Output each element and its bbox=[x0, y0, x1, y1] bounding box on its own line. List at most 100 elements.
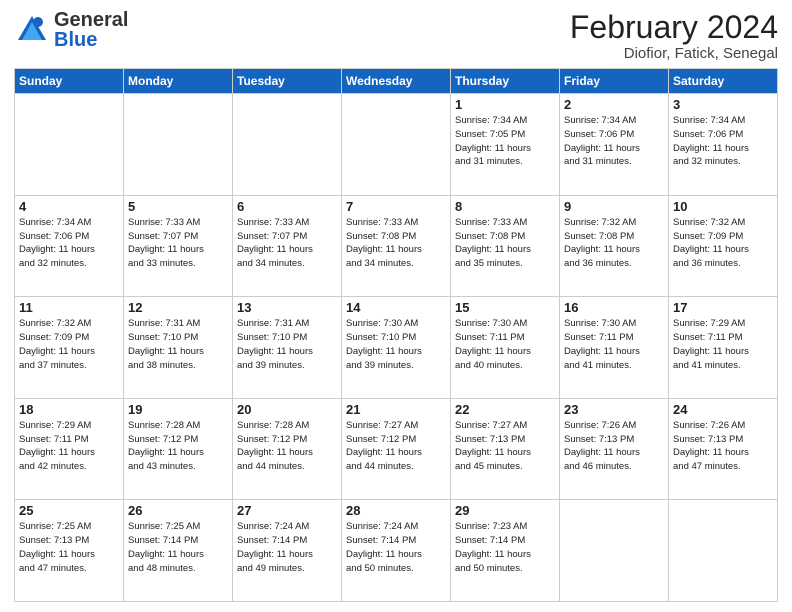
day-cell: 6 Sunrise: 7:33 AM Sunset: 7:07 PM Daylig… bbox=[233, 195, 342, 297]
day-number: 28 bbox=[346, 503, 446, 518]
day-info: Sunrise: 7:34 AM Sunset: 7:06 PM Dayligh… bbox=[564, 114, 664, 169]
calendar-title: February 2024 bbox=[570, 10, 778, 45]
header-row: Sunday Monday Tuesday Wednesday Thursday… bbox=[15, 69, 778, 94]
day-cell: 13Sunrise: 7:31 AM Sunset: 7:10 PM Dayli… bbox=[233, 297, 342, 399]
day-info: Sunrise: 7:30 AM Sunset: 7:11 PM Dayligh… bbox=[564, 317, 664, 372]
logo: General Blue bbox=[14, 10, 128, 50]
day-info: Sunrise: 7:31 AM Sunset: 7:10 PM Dayligh… bbox=[237, 317, 337, 372]
calendar-body: 1Sunrise: 7:34 AM Sunset: 7:05 PM Daylig… bbox=[15, 94, 778, 602]
day-info: Sunrise: 7:29 AM Sunset: 7:11 PM Dayligh… bbox=[673, 317, 773, 372]
day-number: 5 bbox=[128, 199, 228, 214]
day-cell: 24 Sunrise: 7:26 AM Sunset: 7:13 PM Dayli… bbox=[669, 398, 778, 500]
day-cell: 21 Sunrise: 7:27 AM Sunset: 7:12 PM Dayli… bbox=[342, 398, 451, 500]
day-number: 16 bbox=[564, 300, 664, 315]
day-cell: 19Sunrise: 7:28 AM Sunset: 7:12 PM Dayli… bbox=[124, 398, 233, 500]
day-number: 3 bbox=[673, 97, 773, 112]
header: General Blue February 2024 Diofior, Fati… bbox=[14, 10, 778, 62]
day-info: Sunrise: 7:30 AM Sunset: 7:11 PM Dayligh… bbox=[455, 317, 555, 372]
day-number: 12 bbox=[128, 300, 228, 315]
day-cell bbox=[560, 500, 669, 602]
day-number: 4 bbox=[19, 199, 119, 214]
day-cell: 16 Sunrise: 7:30 AM Sunset: 7:11 PM Dayli… bbox=[560, 297, 669, 399]
day-cell: 12 Sunrise: 7:31 AM Sunset: 7:10 PM Dayli… bbox=[124, 297, 233, 399]
day-number: 20 bbox=[237, 402, 337, 417]
day-cell: 26 Sunrise: 7:25 AM Sunset: 7:14 PM Dayli… bbox=[124, 500, 233, 602]
day-number: 14 bbox=[346, 300, 446, 315]
day-number: 26 bbox=[128, 503, 228, 518]
day-number: 17 bbox=[673, 300, 773, 315]
day-cell: 4 Sunrise: 7:34 AM Sunset: 7:06 PM Daylig… bbox=[15, 195, 124, 297]
day-cell bbox=[669, 500, 778, 602]
col-wednesday: Wednesday bbox=[342, 69, 451, 94]
day-number: 29 bbox=[455, 503, 555, 518]
day-info: Sunrise: 7:34 AM Sunset: 7:06 PM Dayligh… bbox=[19, 216, 119, 271]
day-cell: 1Sunrise: 7:34 AM Sunset: 7:05 PM Daylig… bbox=[451, 94, 560, 196]
day-cell: 14Sunrise: 7:30 AM Sunset: 7:10 PM Dayli… bbox=[342, 297, 451, 399]
logo-general: General bbox=[54, 10, 128, 30]
week-row-3: 18Sunrise: 7:29 AM Sunset: 7:11 PM Dayli… bbox=[15, 398, 778, 500]
day-number: 27 bbox=[237, 503, 337, 518]
day-number: 9 bbox=[564, 199, 664, 214]
col-thursday: Thursday bbox=[451, 69, 560, 94]
day-cell: 25 Sunrise: 7:25 AM Sunset: 7:13 PM Dayli… bbox=[15, 500, 124, 602]
day-info: Sunrise: 7:34 AM Sunset: 7:05 PM Dayligh… bbox=[455, 114, 555, 169]
day-number: 24 bbox=[673, 402, 773, 417]
day-cell: 8Sunrise: 7:33 AM Sunset: 7:08 PM Daylig… bbox=[451, 195, 560, 297]
day-number: 21 bbox=[346, 402, 446, 417]
day-info: Sunrise: 7:23 AM Sunset: 7:14 PM Dayligh… bbox=[455, 520, 555, 575]
day-number: 6 bbox=[237, 199, 337, 214]
day-cell bbox=[124, 94, 233, 196]
day-info: Sunrise: 7:27 AM Sunset: 7:12 PM Dayligh… bbox=[346, 419, 446, 474]
day-info: Sunrise: 7:33 AM Sunset: 7:08 PM Dayligh… bbox=[346, 216, 446, 271]
week-row-1: 4 Sunrise: 7:34 AM Sunset: 7:06 PM Daylig… bbox=[15, 195, 778, 297]
day-info: Sunrise: 7:28 AM Sunset: 7:12 PM Dayligh… bbox=[237, 419, 337, 474]
day-info: Sunrise: 7:24 AM Sunset: 7:14 PM Dayligh… bbox=[237, 520, 337, 575]
day-cell: 20 Sunrise: 7:28 AM Sunset: 7:12 PM Dayli… bbox=[233, 398, 342, 500]
week-row-4: 25 Sunrise: 7:25 AM Sunset: 7:13 PM Dayli… bbox=[15, 500, 778, 602]
day-cell bbox=[233, 94, 342, 196]
day-number: 19 bbox=[128, 402, 228, 417]
day-info: Sunrise: 7:29 AM Sunset: 7:11 PM Dayligh… bbox=[19, 419, 119, 474]
day-cell: 3 Sunrise: 7:34 AM Sunset: 7:06 PM Daylig… bbox=[669, 94, 778, 196]
week-row-2: 11 Sunrise: 7:32 AM Sunset: 7:09 PM Dayli… bbox=[15, 297, 778, 399]
day-info: Sunrise: 7:31 AM Sunset: 7:10 PM Dayligh… bbox=[128, 317, 228, 372]
col-monday: Monday bbox=[124, 69, 233, 94]
day-number: 25 bbox=[19, 503, 119, 518]
day-cell: 10Sunrise: 7:32 AM Sunset: 7:09 PM Dayli… bbox=[669, 195, 778, 297]
day-info: Sunrise: 7:26 AM Sunset: 7:13 PM Dayligh… bbox=[673, 419, 773, 474]
day-info: Sunrise: 7:26 AM Sunset: 7:13 PM Dayligh… bbox=[564, 419, 664, 474]
col-saturday: Saturday bbox=[669, 69, 778, 94]
day-cell: 5 Sunrise: 7:33 AM Sunset: 7:07 PM Daylig… bbox=[124, 195, 233, 297]
day-info: Sunrise: 7:25 AM Sunset: 7:13 PM Dayligh… bbox=[19, 520, 119, 575]
page: General Blue February 2024 Diofior, Fati… bbox=[0, 0, 792, 612]
day-cell: 29 Sunrise: 7:23 AM Sunset: 7:14 PM Dayli… bbox=[451, 500, 560, 602]
day-cell bbox=[342, 94, 451, 196]
day-number: 15 bbox=[455, 300, 555, 315]
col-tuesday: Tuesday bbox=[233, 69, 342, 94]
title-block: February 2024 Diofior, Fatick, Senegal bbox=[570, 10, 778, 62]
day-cell: 27 Sunrise: 7:24 AM Sunset: 7:14 PM Dayli… bbox=[233, 500, 342, 602]
day-number: 11 bbox=[19, 300, 119, 315]
day-info: Sunrise: 7:32 AM Sunset: 7:09 PM Dayligh… bbox=[19, 317, 119, 372]
day-info: Sunrise: 7:25 AM Sunset: 7:14 PM Dayligh… bbox=[128, 520, 228, 575]
day-number: 7 bbox=[346, 199, 446, 214]
day-info: Sunrise: 7:34 AM Sunset: 7:06 PM Dayligh… bbox=[673, 114, 773, 169]
day-number: 23 bbox=[564, 402, 664, 417]
logo-blue: Blue bbox=[54, 30, 128, 50]
day-info: Sunrise: 7:33 AM Sunset: 7:07 PM Dayligh… bbox=[237, 216, 337, 271]
day-cell bbox=[15, 94, 124, 196]
logo-icon bbox=[14, 12, 50, 48]
day-info: Sunrise: 7:32 AM Sunset: 7:08 PM Dayligh… bbox=[564, 216, 664, 271]
logo-text: General Blue bbox=[54, 10, 128, 50]
day-cell: 11 Sunrise: 7:32 AM Sunset: 7:09 PM Dayli… bbox=[15, 297, 124, 399]
day-info: Sunrise: 7:27 AM Sunset: 7:13 PM Dayligh… bbox=[455, 419, 555, 474]
day-cell: 9 Sunrise: 7:32 AM Sunset: 7:08 PM Daylig… bbox=[560, 195, 669, 297]
day-number: 8 bbox=[455, 199, 555, 214]
day-info: Sunrise: 7:24 AM Sunset: 7:14 PM Dayligh… bbox=[346, 520, 446, 575]
calendar-table: Sunday Monday Tuesday Wednesday Thursday… bbox=[14, 68, 778, 602]
day-info: Sunrise: 7:33 AM Sunset: 7:07 PM Dayligh… bbox=[128, 216, 228, 271]
day-cell: 18Sunrise: 7:29 AM Sunset: 7:11 PM Dayli… bbox=[15, 398, 124, 500]
day-cell: 23 Sunrise: 7:26 AM Sunset: 7:13 PM Dayli… bbox=[560, 398, 669, 500]
day-number: 22 bbox=[455, 402, 555, 417]
day-cell: 22 Sunrise: 7:27 AM Sunset: 7:13 PM Dayli… bbox=[451, 398, 560, 500]
